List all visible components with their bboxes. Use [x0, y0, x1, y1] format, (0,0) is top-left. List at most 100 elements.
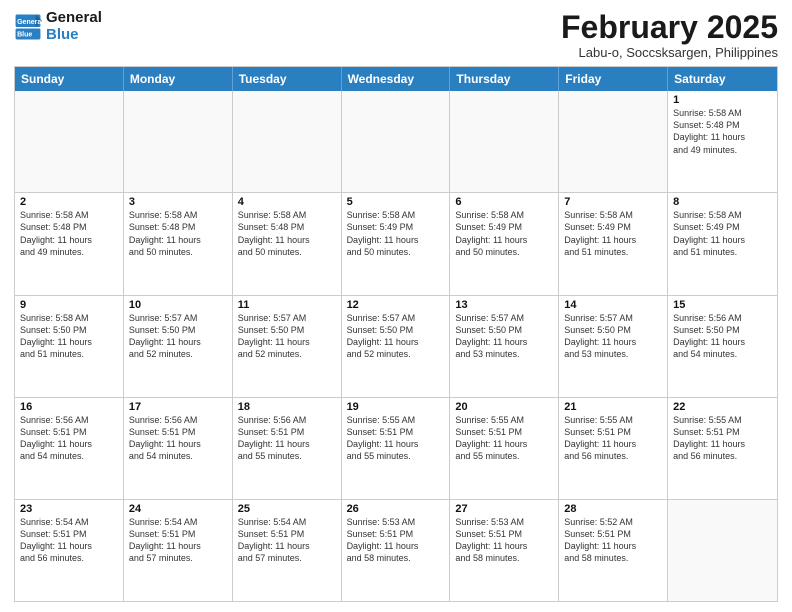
cal-day-19: 19Sunrise: 5:55 AM Sunset: 5:51 PM Dayli… [342, 398, 451, 499]
calendar-body: 1 Sunrise: 5:58 AM Sunset: 5:48 PM Daylig… [15, 91, 777, 601]
cal-week-5: 23Sunrise: 5:54 AM Sunset: 5:51 PM Dayli… [15, 499, 777, 601]
day-number: 4 [238, 196, 336, 208]
cal-header-day-friday: Friday [559, 67, 668, 91]
day-number: 17 [129, 401, 227, 413]
cal-week-4: 16Sunrise: 5:56 AM Sunset: 5:51 PM Dayli… [15, 397, 777, 499]
logo-line1: General [46, 10, 102, 27]
day-info: Sunrise: 5:56 AM Sunset: 5:51 PM Dayligh… [20, 414, 118, 463]
cal-cell-empty [124, 91, 233, 192]
day-number: 28 [564, 503, 662, 515]
cal-day-18: 18Sunrise: 5:56 AM Sunset: 5:51 PM Dayli… [233, 398, 342, 499]
cal-day-3: 3Sunrise: 5:58 AM Sunset: 5:48 PM Daylig… [124, 193, 233, 294]
cal-day-1: 1Sunrise: 5:58 AM Sunset: 5:48 PM Daylig… [668, 91, 777, 192]
cal-cell-empty [668, 500, 777, 601]
cal-day-27: 27Sunrise: 5:53 AM Sunset: 5:51 PM Dayli… [450, 500, 559, 601]
day-number: 24 [129, 503, 227, 515]
cal-day-28: 28Sunrise: 5:52 AM Sunset: 5:51 PM Dayli… [559, 500, 668, 601]
cal-day-25: 25Sunrise: 5:54 AM Sunset: 5:51 PM Dayli… [233, 500, 342, 601]
day-info: Sunrise: 5:56 AM Sunset: 5:50 PM Dayligh… [673, 312, 772, 361]
cal-day-12: 12Sunrise: 5:57 AM Sunset: 5:50 PM Dayli… [342, 296, 451, 397]
day-number: 15 [673, 299, 772, 311]
cal-day-24: 24Sunrise: 5:54 AM Sunset: 5:51 PM Dayli… [124, 500, 233, 601]
cal-header-day-sunday: Sunday [15, 67, 124, 91]
day-info: Sunrise: 5:52 AM Sunset: 5:51 PM Dayligh… [564, 516, 662, 565]
cal-header-day-saturday: Saturday [668, 67, 777, 91]
cal-day-2: 2Sunrise: 5:58 AM Sunset: 5:48 PM Daylig… [15, 193, 124, 294]
cal-day-6: 6Sunrise: 5:58 AM Sunset: 5:49 PM Daylig… [450, 193, 559, 294]
day-info: Sunrise: 5:57 AM Sunset: 5:50 PM Dayligh… [455, 312, 553, 361]
cal-header-day-wednesday: Wednesday [342, 67, 451, 91]
cal-day-21: 21Sunrise: 5:55 AM Sunset: 5:51 PM Dayli… [559, 398, 668, 499]
calendar: SundayMondayTuesdayWednesdayThursdayFrid… [14, 66, 778, 602]
main-title: February 2025 [561, 10, 778, 45]
day-number: 10 [129, 299, 227, 311]
day-number: 19 [347, 401, 445, 413]
cal-cell-empty [15, 91, 124, 192]
cal-header-day-monday: Monday [124, 67, 233, 91]
cal-cell-empty [233, 91, 342, 192]
day-number: 20 [455, 401, 553, 413]
logo-text: General Blue [46, 10, 102, 43]
day-number: 7 [564, 196, 662, 208]
cal-cell-empty [559, 91, 668, 192]
day-info: Sunrise: 5:58 AM Sunset: 5:49 PM Dayligh… [455, 209, 553, 258]
day-info: Sunrise: 5:58 AM Sunset: 5:49 PM Dayligh… [673, 209, 772, 258]
day-info: Sunrise: 5:55 AM Sunset: 5:51 PM Dayligh… [564, 414, 662, 463]
header: General Blue General Blue February 2025 … [14, 10, 778, 60]
day-number: 21 [564, 401, 662, 413]
cal-day-7: 7Sunrise: 5:58 AM Sunset: 5:49 PM Daylig… [559, 193, 668, 294]
day-info: Sunrise: 5:54 AM Sunset: 5:51 PM Dayligh… [129, 516, 227, 565]
day-info: Sunrise: 5:57 AM Sunset: 5:50 PM Dayligh… [564, 312, 662, 361]
day-info: Sunrise: 5:56 AM Sunset: 5:51 PM Dayligh… [129, 414, 227, 463]
title-block: February 2025 Labu-o, Soccsksargen, Phil… [561, 10, 778, 60]
day-info: Sunrise: 5:58 AM Sunset: 5:49 PM Dayligh… [347, 209, 445, 258]
day-info: Sunrise: 5:58 AM Sunset: 5:50 PM Dayligh… [20, 312, 118, 361]
day-info: Sunrise: 5:53 AM Sunset: 5:51 PM Dayligh… [455, 516, 553, 565]
svg-text:General: General [17, 18, 42, 25]
day-number: 2 [20, 196, 118, 208]
day-number: 18 [238, 401, 336, 413]
cal-day-16: 16Sunrise: 5:56 AM Sunset: 5:51 PM Dayli… [15, 398, 124, 499]
day-number: 11 [238, 299, 336, 311]
cal-day-10: 10Sunrise: 5:57 AM Sunset: 5:50 PM Dayli… [124, 296, 233, 397]
cal-day-13: 13Sunrise: 5:57 AM Sunset: 5:50 PM Dayli… [450, 296, 559, 397]
day-info: Sunrise: 5:56 AM Sunset: 5:51 PM Dayligh… [238, 414, 336, 463]
logo-line2: Blue [46, 26, 79, 43]
cal-day-22: 22Sunrise: 5:55 AM Sunset: 5:51 PM Dayli… [668, 398, 777, 499]
calendar-header: SundayMondayTuesdayWednesdayThursdayFrid… [15, 67, 777, 91]
day-info: Sunrise: 5:55 AM Sunset: 5:51 PM Dayligh… [347, 414, 445, 463]
day-number: 16 [20, 401, 118, 413]
logo: General Blue General Blue [14, 10, 102, 43]
day-number: 1 [673, 94, 772, 106]
day-number: 5 [347, 196, 445, 208]
cal-header-day-thursday: Thursday [450, 67, 559, 91]
cal-day-8: 8Sunrise: 5:58 AM Sunset: 5:49 PM Daylig… [668, 193, 777, 294]
day-info: Sunrise: 5:58 AM Sunset: 5:48 PM Dayligh… [129, 209, 227, 258]
cal-day-4: 4Sunrise: 5:58 AM Sunset: 5:48 PM Daylig… [233, 193, 342, 294]
cal-day-11: 11Sunrise: 5:57 AM Sunset: 5:50 PM Dayli… [233, 296, 342, 397]
cal-day-15: 15Sunrise: 5:56 AM Sunset: 5:50 PM Dayli… [668, 296, 777, 397]
day-number: 27 [455, 503, 553, 515]
day-number: 8 [673, 196, 772, 208]
cal-week-2: 2 Sunrise: 5:58 AM Sunset: 5:48 PM Daylig… [15, 192, 777, 294]
cal-week-3: 9Sunrise: 5:58 AM Sunset: 5:50 PM Daylig… [15, 295, 777, 397]
cal-week-1: 1Sunrise: 5:58 AM Sunset: 5:48 PM Daylig… [15, 91, 777, 192]
logo-icon: General Blue [14, 13, 42, 41]
day-info: Sunrise: 5:54 AM Sunset: 5:51 PM Dayligh… [20, 516, 118, 565]
day-number: 12 [347, 299, 445, 311]
cal-day-26: 26Sunrise: 5:53 AM Sunset: 5:51 PM Dayli… [342, 500, 451, 601]
cal-day-20: 20Sunrise: 5:55 AM Sunset: 5:51 PM Dayli… [450, 398, 559, 499]
cal-cell-empty [450, 91, 559, 192]
cal-day-5: 5Sunrise: 5:58 AM Sunset: 5:49 PM Daylig… [342, 193, 451, 294]
day-number: 6 [455, 196, 553, 208]
cal-header-day-tuesday: Tuesday [233, 67, 342, 91]
day-info: Sunrise: 5:53 AM Sunset: 5:51 PM Dayligh… [347, 516, 445, 565]
day-number: 25 [238, 503, 336, 515]
svg-text:Blue: Blue [17, 31, 32, 38]
cal-day-9: 9Sunrise: 5:58 AM Sunset: 5:50 PM Daylig… [15, 296, 124, 397]
day-info: Sunrise: 5:57 AM Sunset: 5:50 PM Dayligh… [129, 312, 227, 361]
day-info: Sunrise: 5:57 AM Sunset: 5:50 PM Dayligh… [238, 312, 336, 361]
day-info: Sunrise: 5:55 AM Sunset: 5:51 PM Dayligh… [455, 414, 553, 463]
cal-cell-empty [342, 91, 451, 192]
day-number: 26 [347, 503, 445, 515]
